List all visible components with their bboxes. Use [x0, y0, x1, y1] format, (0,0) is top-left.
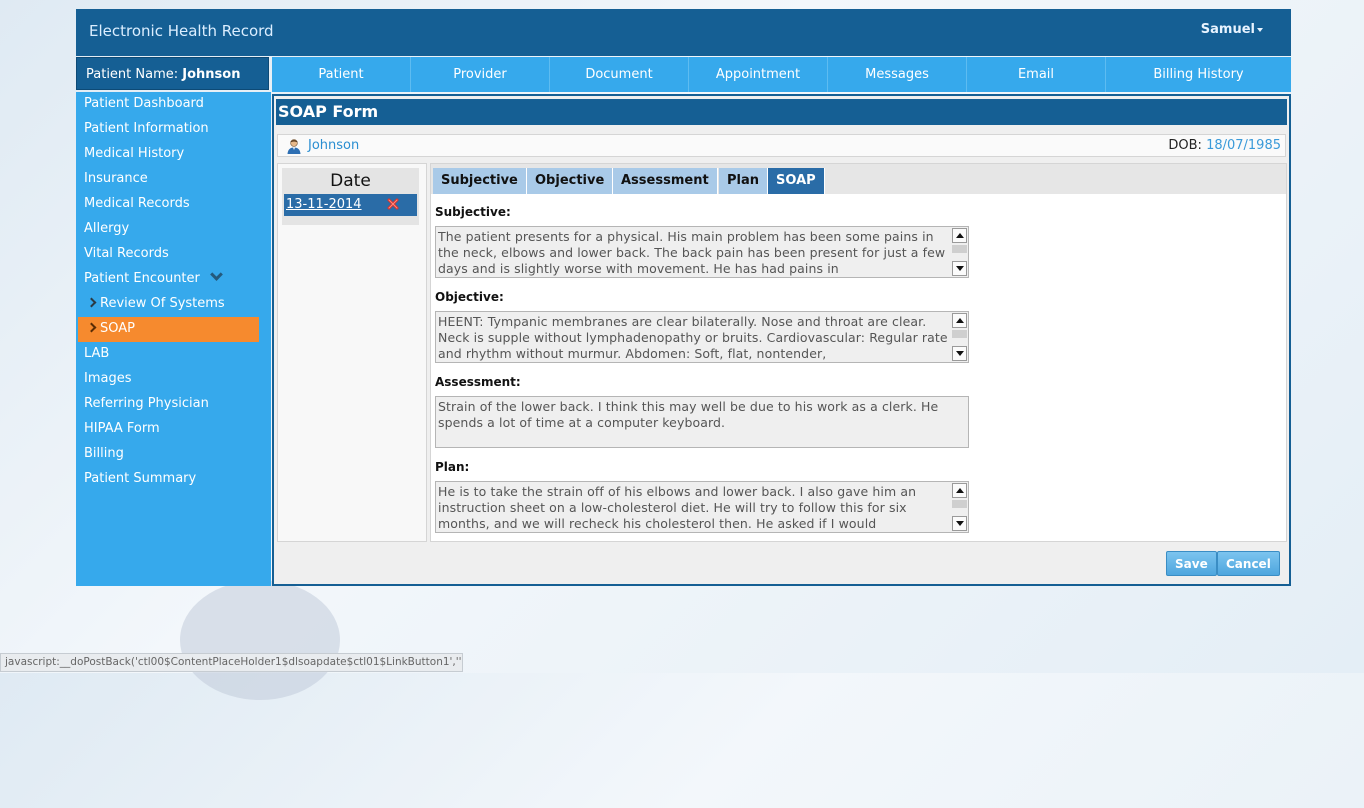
sidebar-item-label: HIPAA Form: [84, 421, 160, 436]
sidebar-item-label: Vital Records: [84, 246, 169, 261]
tab-subjective[interactable]: Subjective: [433, 168, 527, 194]
objective-textarea[interactable]: HEENT: Tympanic membranes are clear bila…: [435, 311, 969, 363]
user-name: Samuel: [1200, 22, 1255, 37]
cancel-button[interactable]: Cancel: [1217, 551, 1280, 576]
person-icon: [287, 139, 301, 154]
scroll-up-icon[interactable]: [952, 483, 967, 498]
sidebar-item-label: Patient Dashboard: [84, 96, 204, 111]
sidebar-item-label: Patient Encounter: [84, 271, 200, 286]
delete-icon[interactable]: [386, 197, 400, 211]
sidebar-item-label: Referring Physician: [84, 396, 209, 411]
tab-plan[interactable]: Plan: [719, 168, 769, 194]
sidebar-item-patient-summary[interactable]: Patient Summary: [76, 467, 271, 492]
nav-billing-history[interactable]: Billing History: [1106, 57, 1291, 92]
sidebar-item-label: Review Of Systems: [100, 296, 225, 311]
plan-text: He is to take the strain off of his elbo…: [438, 484, 917, 531]
sidebar-item-label: Medical Records: [84, 196, 190, 211]
scrollbar[interactable]: [952, 228, 967, 276]
date-link[interactable]: 13-11-2014: [286, 197, 362, 212]
chevron-down-icon: [210, 268, 223, 281]
sidebar-item-lab[interactable]: LAB: [76, 342, 271, 367]
browser-status-bar: javascript:__doPostBack('ctl00$ContentPl…: [0, 653, 463, 672]
sidebar: Patient Dashboard Patient Information Me…: [76, 92, 271, 586]
scrollbar[interactable]: [952, 483, 967, 531]
scrollbar[interactable]: [952, 313, 967, 361]
patient-name-value: Johnson: [182, 67, 241, 82]
sidebar-item-allergy[interactable]: Allergy: [76, 217, 271, 242]
scroll-down-icon[interactable]: [952, 261, 967, 276]
objective-label: Objective:: [435, 290, 504, 304]
dob-value: 18/07/1985: [1206, 138, 1281, 153]
sidebar-item-review-of-systems[interactable]: Review Of Systems: [76, 292, 271, 317]
sidebar-item-patient-dashboard[interactable]: Patient Dashboard: [76, 92, 271, 117]
tab-objective[interactable]: Objective: [527, 168, 614, 194]
sidebar-item-label: Insurance: [84, 171, 148, 186]
sidebar-item-label: Billing: [84, 446, 124, 461]
sidebar-item-insurance[interactable]: Insurance: [76, 167, 271, 192]
sidebar-item-label: Patient Information: [84, 121, 209, 136]
dob-label: DOB:: [1168, 138, 1202, 153]
subjective-label: Subjective:: [435, 205, 511, 219]
nav-appointment[interactable]: Appointment: [689, 57, 828, 92]
sidebar-item-label: Patient Summary: [84, 471, 197, 486]
assessment-text: Strain of the lower back. I think this m…: [438, 399, 939, 430]
date-panel: Date 13-11-2014: [277, 163, 427, 542]
nav-document[interactable]: Document: [550, 57, 689, 92]
tab-soap[interactable]: SOAP: [768, 168, 825, 194]
subjective-text: The patient presents for a physical. His…: [438, 229, 946, 276]
scroll-up-icon[interactable]: [952, 313, 967, 328]
sidebar-item-billing[interactable]: Billing: [76, 442, 271, 467]
nav-patient[interactable]: Patient: [272, 57, 411, 92]
sidebar-item-medical-records[interactable]: Medical Records: [76, 192, 271, 217]
scroll-down-icon[interactable]: [952, 346, 967, 361]
scroll-down-icon[interactable]: [952, 516, 967, 531]
sidebar-item-hipaa-form[interactable]: HIPAA Form: [76, 417, 271, 442]
plan-textarea[interactable]: He is to take the strain off of his elbo…: [435, 481, 969, 533]
patient-name-link[interactable]: Johnson: [308, 138, 359, 153]
tab-bar: Subjective Objective Assessment Plan SOA…: [431, 164, 1286, 194]
plan-label: Plan:: [435, 460, 470, 474]
page-title: SOAP Form: [276, 99, 1287, 125]
objective-text: HEENT: Tympanic membranes are clear bila…: [438, 314, 948, 361]
soap-form-container: SOAP Form Johnson DOB: 18/07/1985 Date 1…: [272, 94, 1291, 586]
save-button[interactable]: Save: [1166, 551, 1217, 576]
scroll-up-icon[interactable]: [952, 228, 967, 243]
dob: DOB: 18/07/1985: [1168, 138, 1281, 153]
soap-panel: Subjective Objective Assessment Plan SOA…: [430, 163, 1287, 542]
sidebar-item-vital-records[interactable]: Vital Records: [76, 242, 271, 267]
sidebar-item-label: SOAP: [100, 321, 135, 336]
sidebar-item-patient-encounter[interactable]: Patient Encounter: [76, 267, 271, 292]
app-title: Electronic Health Record: [89, 22, 274, 40]
nav-provider[interactable]: Provider: [411, 57, 550, 92]
nav-messages[interactable]: Messages: [828, 57, 967, 92]
subjective-textarea[interactable]: The patient presents for a physical. His…: [435, 226, 969, 278]
sidebar-item-patient-information[interactable]: Patient Information: [76, 117, 271, 142]
nav-email[interactable]: Email: [967, 57, 1106, 92]
date-row: 13-11-2014: [284, 194, 417, 216]
chevron-right-icon: [86, 297, 97, 308]
patient-info-bar: Johnson DOB: 18/07/1985: [277, 134, 1286, 157]
sidebar-item-images[interactable]: Images: [76, 367, 271, 392]
sidebar-item-label: Images: [84, 371, 132, 386]
patient-name-box: Patient Name: Johnson: [76, 57, 269, 90]
top-nav: Patient Provider Document Appointment Me…: [272, 57, 1291, 92]
assessment-textarea[interactable]: Strain of the lower back. I think this m…: [435, 396, 969, 448]
date-header: Date: [330, 171, 371, 191]
app-header: Electronic Health Record Samuel: [76, 9, 1291, 56]
caret-down-icon: [1257, 27, 1263, 32]
sidebar-item-soap[interactable]: SOAP: [78, 317, 259, 342]
sidebar-item-medical-history[interactable]: Medical History: [76, 142, 271, 167]
tab-assessment[interactable]: Assessment: [613, 168, 718, 194]
assessment-label: Assessment:: [435, 375, 521, 389]
sidebar-item-label: Allergy: [84, 221, 130, 236]
sidebar-item-label: LAB: [84, 346, 110, 361]
background-decoration: [180, 580, 340, 700]
sidebar-item-referring-physician[interactable]: Referring Physician: [76, 392, 271, 417]
chevron-right-icon: [86, 322, 97, 333]
sidebar-item-label: Medical History: [84, 146, 185, 161]
patient-name-label: Patient Name:: [86, 67, 179, 82]
user-menu[interactable]: Samuel: [1201, 22, 1263, 37]
